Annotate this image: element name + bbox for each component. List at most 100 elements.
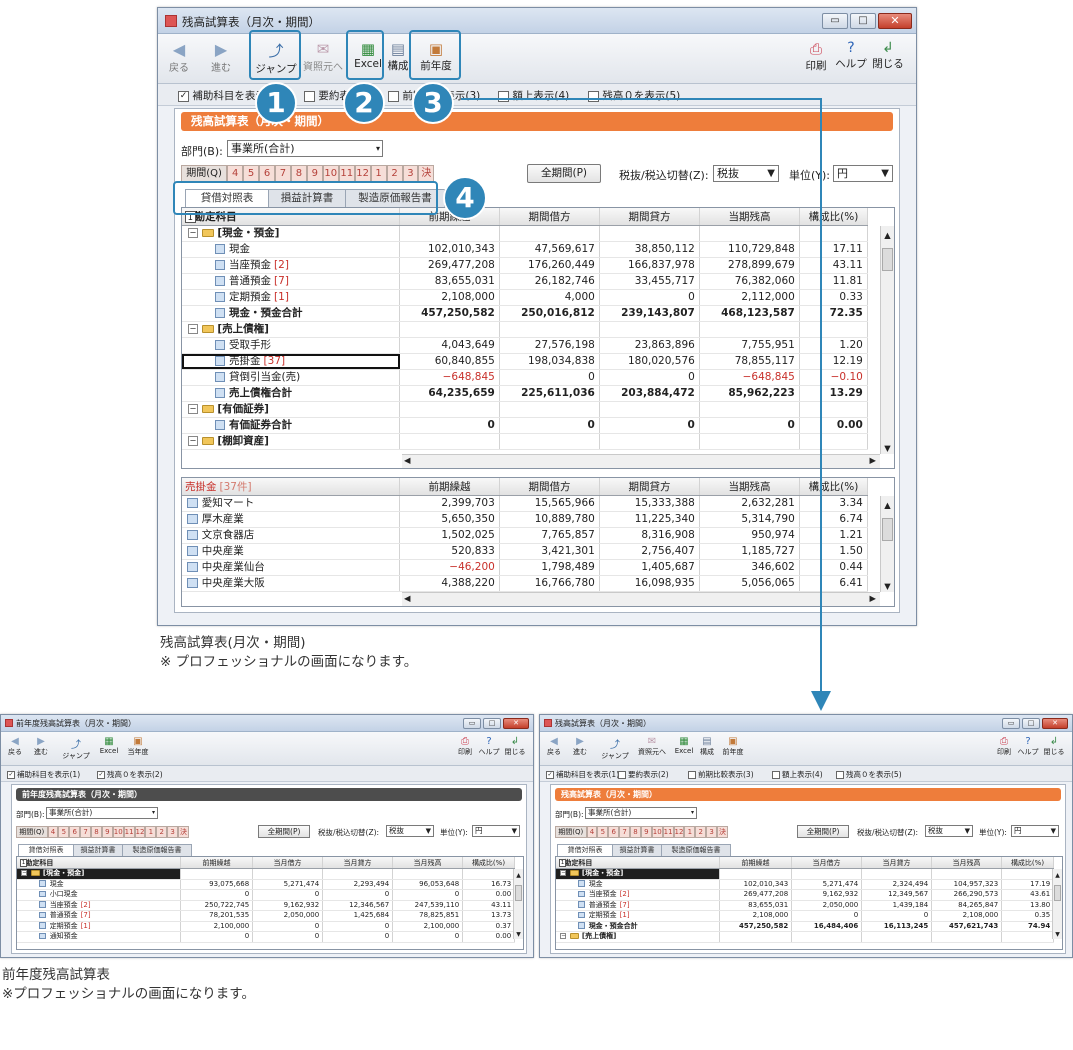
tab-2[interactable]: 損益計算書 bbox=[68, 844, 128, 856]
account-name-cell[interactable]: 普通預金 [7] bbox=[182, 274, 400, 289]
period-month-10[interactable]: 1 bbox=[684, 826, 696, 838]
dropdown-arrow-icon[interactable]: ▾ bbox=[691, 808, 694, 818]
period-month-9[interactable]: 12 bbox=[134, 826, 146, 838]
minimize-button[interactable]: ▭ bbox=[1002, 718, 1020, 729]
dropdown-arrow-icon[interactable]: ▼ bbox=[965, 826, 970, 836]
account-name-cell[interactable]: 通知預金 bbox=[17, 932, 181, 942]
account-name-cell[interactable]: 厚木産業 bbox=[182, 512, 400, 527]
dropdown-arrow-icon[interactable]: ▾ bbox=[376, 141, 380, 156]
account-name-cell[interactable]: 中央産業仙台 bbox=[182, 560, 400, 575]
table-row[interactable]: 現金・預金合計 457,250,582 16,484,406 16,113,245 45… bbox=[556, 921, 1054, 932]
period-month-13[interactable]: 決 bbox=[717, 826, 728, 838]
collapse-icon[interactable]: − bbox=[188, 324, 198, 334]
period-month-11[interactable]: 2 bbox=[386, 165, 403, 182]
scroll-down-icon[interactable]: ▼ bbox=[514, 931, 523, 938]
option-4[interactable]: 額上表示(4) bbox=[772, 769, 823, 780]
column-header[interactable]: 当月貸方 bbox=[862, 857, 932, 868]
column-header[interactable]: 構成比(%) bbox=[1002, 857, 1054, 868]
table-row[interactable]: − [現金・預金] bbox=[17, 869, 515, 880]
unit-select[interactable]: 円 ▼ bbox=[472, 825, 520, 837]
checkbox-icon[interactable] bbox=[304, 90, 315, 102]
prev-year-button[interactable]: ▣ 前年度 bbox=[720, 736, 746, 757]
account-name-cell[interactable]: 現金 bbox=[17, 879, 181, 889]
vertical-scrollbar[interactable]: ▲ ▼ bbox=[513, 869, 523, 939]
tab-1[interactable]: 貸借対照表 bbox=[557, 844, 613, 856]
maximize-button[interactable]: □ bbox=[1022, 718, 1040, 729]
checkbox-icon[interactable] bbox=[772, 771, 780, 779]
prev-year-button[interactable]: ▣ 当年度 bbox=[125, 736, 151, 757]
period-month-2[interactable]: 5 bbox=[58, 826, 70, 838]
scroll-thumb[interactable] bbox=[882, 518, 893, 541]
excel-button[interactable]: ▦ Excel bbox=[672, 736, 696, 755]
period-month-13[interactable]: 決 bbox=[178, 826, 189, 838]
minimize-button[interactable]: ▭ bbox=[822, 13, 848, 29]
dept-select[interactable]: 事業所(合計) ▾ bbox=[227, 140, 383, 157]
dropdown-arrow-icon[interactable]: ▼ bbox=[881, 166, 889, 181]
checkbox-checked-icon[interactable]: ✓ bbox=[178, 90, 189, 102]
forward-button[interactable]: ▶ 進む bbox=[206, 40, 236, 74]
account-name-cell[interactable]: 普通預金 [7] bbox=[556, 900, 720, 910]
period-month-5[interactable]: 8 bbox=[290, 165, 307, 182]
account-name-cell[interactable]: 当座預金 [2] bbox=[182, 258, 400, 273]
table-row[interactable]: 定期預金 [1] 2,100,000 0 0 2,100,000 0.37 bbox=[17, 921, 515, 932]
dropdown-arrow-icon[interactable]: ▾ bbox=[152, 808, 155, 818]
account-name-cell[interactable]: 定期預金 [1] bbox=[17, 921, 181, 931]
scroll-thumb[interactable] bbox=[882, 248, 893, 271]
table-row[interactable]: − [売上債権] bbox=[556, 932, 1054, 943]
jump-button[interactable]: ⤴ ジャンプ bbox=[61, 736, 91, 761]
table-row[interactable]: 現金 93,075,668 5,271,474 2,293,494 96,053,648… bbox=[17, 879, 515, 890]
column-header[interactable]: 構成比(%) bbox=[463, 857, 515, 868]
vertical-scrollbar[interactable]: ▲ ▼ bbox=[880, 496, 894, 592]
tab-3[interactable]: 製造原価報告書 bbox=[122, 844, 192, 856]
table-row[interactable]: 現金 102,010,343 5,271,474 2,324,494 104,957,3… bbox=[556, 879, 1054, 890]
compose-button[interactable]: ▤ 構成 bbox=[386, 40, 410, 73]
table-row[interactable]: 普通預金 [7] 83,655,031 2,050,000 1,439,184 84,26… bbox=[556, 900, 1054, 911]
table-row[interactable]: 当座預金 [2] 250,722,745 9,162,932 12,346,567 247… bbox=[17, 900, 515, 911]
column-header[interactable]: 勘定科目 bbox=[17, 857, 181, 868]
account-name-cell[interactable]: 現金・預金合計 bbox=[182, 306, 400, 321]
scroll-thumb[interactable] bbox=[515, 885, 522, 901]
account-name-cell[interactable]: 小口現金 bbox=[17, 890, 181, 900]
account-name-cell[interactable]: − [現金・預金] bbox=[556, 869, 720, 879]
checkbox-checked-icon[interactable]: ✓ bbox=[97, 771, 105, 779]
dept-select[interactable]: 事業所(合計) ▾ bbox=[46, 807, 158, 819]
all-period-button[interactable]: 全期間(P) bbox=[258, 825, 310, 838]
option-2[interactable]: 要約表示(2) bbox=[618, 769, 669, 780]
close-button[interactable]: ↲ 閉じる bbox=[1042, 736, 1066, 757]
tab-2[interactable]: 損益計算書 bbox=[607, 844, 667, 856]
scroll-down-icon[interactable]: ▼ bbox=[881, 443, 894, 453]
column-header[interactable]: 当月残高 bbox=[393, 857, 463, 868]
maximize-button[interactable]: □ bbox=[483, 718, 501, 729]
account-name-cell[interactable]: 中央産業大阪 bbox=[182, 576, 400, 591]
minimize-button[interactable]: ▭ bbox=[463, 718, 481, 729]
tab-3[interactable]: 製造原価報告書 bbox=[661, 844, 731, 856]
option-2[interactable]: ✓ 残高０を表示(2) bbox=[97, 769, 163, 780]
account-name-cell[interactable]: − [売上債権] bbox=[556, 932, 720, 942]
period-month-6[interactable]: 9 bbox=[306, 165, 323, 182]
period-month-7[interactable]: 10 bbox=[112, 826, 124, 838]
account-name-cell[interactable]: 当座預金 [2] bbox=[17, 900, 181, 910]
scroll-up-icon[interactable]: ▲ bbox=[881, 500, 894, 510]
column-header[interactable]: 当月借方 bbox=[253, 857, 323, 868]
column-header[interactable]: 当月借方 bbox=[792, 857, 862, 868]
tax-select[interactable]: 税抜 ▼ bbox=[925, 825, 973, 837]
table-row[interactable]: 小口現金 0 0 0 0 0.00 bbox=[17, 890, 515, 901]
back-button[interactable]: ◀ 戻る bbox=[544, 736, 564, 757]
period-month-4[interactable]: 7 bbox=[619, 826, 630, 838]
scroll-up-icon[interactable]: ▲ bbox=[881, 230, 894, 240]
maximize-button[interactable]: □ bbox=[850, 13, 876, 29]
collapse-icon[interactable]: − bbox=[188, 228, 198, 238]
checkbox-icon[interactable] bbox=[688, 771, 696, 779]
back-button[interactable]: ◀ 戻る bbox=[164, 40, 194, 74]
tax-select[interactable]: 税抜 ▼ bbox=[386, 825, 434, 837]
account-name-cell[interactable]: − [売上債権] bbox=[182, 322, 400, 337]
help-button[interactable]: ? ヘルプ bbox=[1016, 736, 1040, 757]
period-month-1[interactable]: 4 bbox=[227, 165, 244, 182]
compose-button[interactable]: ▤ 構成 bbox=[698, 736, 716, 757]
scroll-left-icon[interactable]: ◀ bbox=[404, 455, 410, 465]
back-button[interactable]: ◀ 戻る bbox=[5, 736, 25, 757]
period-month-8[interactable]: 11 bbox=[662, 826, 674, 838]
scroll-thumb[interactable] bbox=[1054, 885, 1061, 901]
period-month-10[interactable]: 1 bbox=[370, 165, 387, 182]
period-month-12[interactable]: 3 bbox=[402, 165, 419, 182]
